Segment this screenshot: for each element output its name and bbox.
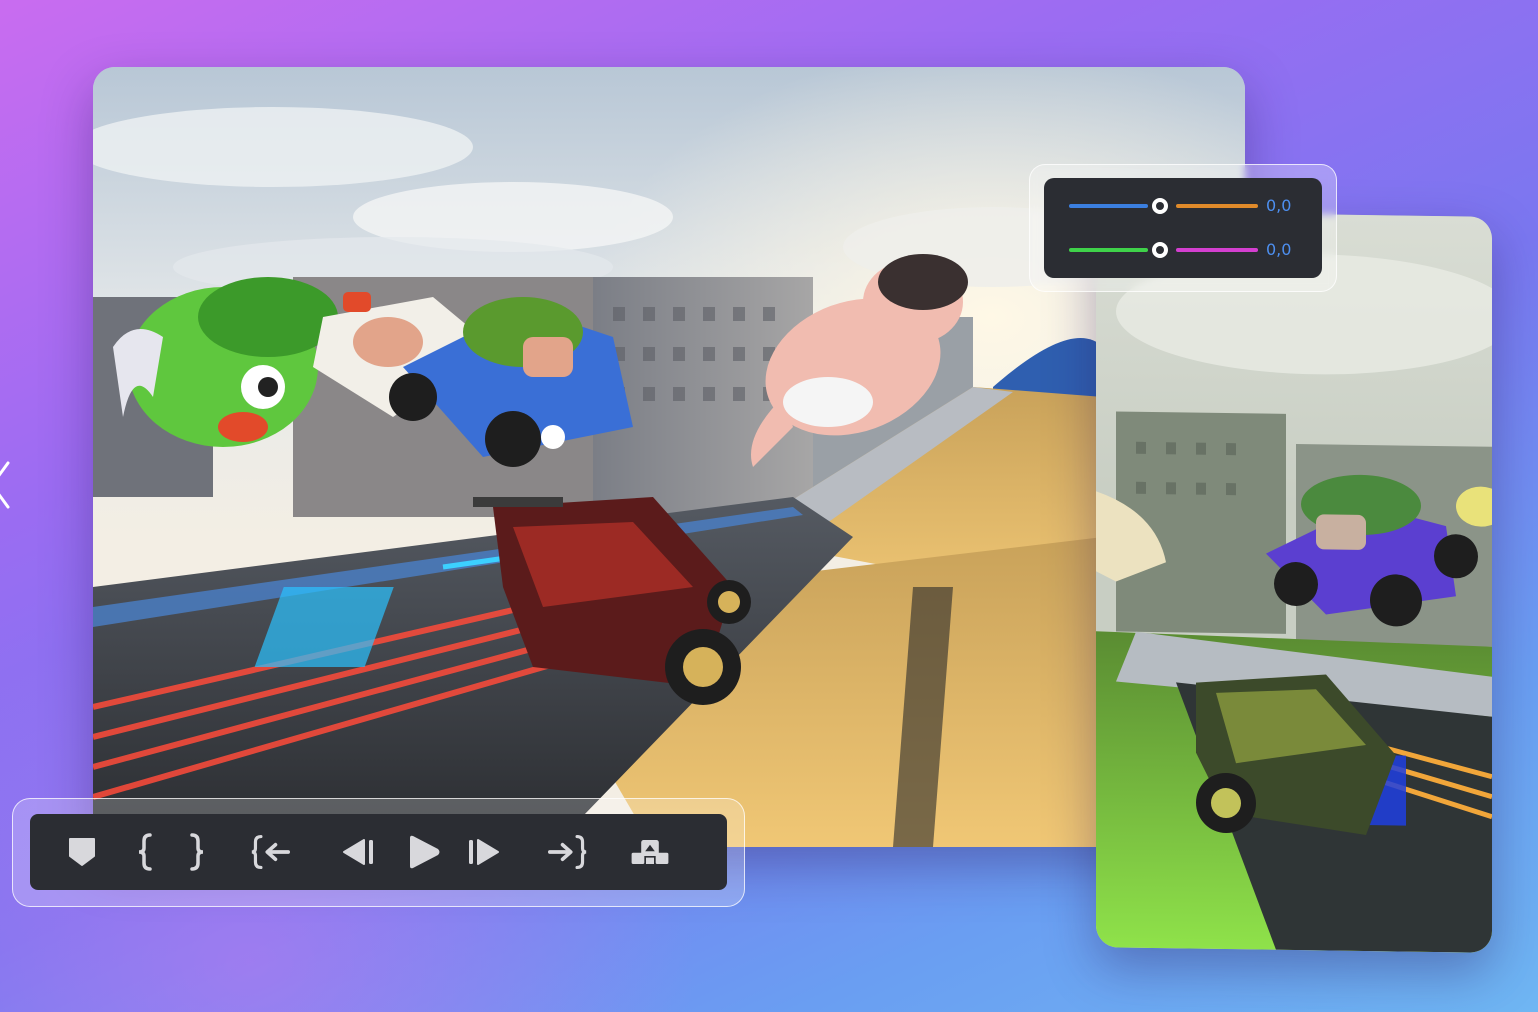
green-magenta-slider-row: 0,0 <box>1044 235 1322 265</box>
graded-scene-image <box>1096 211 1492 953</box>
mark-in-button[interactable] <box>126 832 166 872</box>
insert-clip-icon <box>631 840 669 864</box>
video-preview-graded[interactable] <box>1096 211 1492 953</box>
color-balance-panel: 0,0 0,0 <box>1044 178 1322 278</box>
add-marker-button[interactable] <box>62 832 102 872</box>
mark-out-button[interactable] <box>176 832 216 872</box>
play-button[interactable] <box>404 832 444 872</box>
blue-orange-value[interactable]: 0,0 <box>1266 197 1291 215</box>
go-to-out-icon <box>548 834 587 870</box>
app-stage: 0,0 0,0 <box>0 0 1538 1012</box>
magenta-track[interactable] <box>1176 248 1258 252</box>
step-back-icon <box>343 839 373 865</box>
chevron-left-icon[interactable] <box>0 455 16 515</box>
go-to-in-icon <box>251 834 290 870</box>
go-to-out-button[interactable] <box>548 832 588 872</box>
transport-toolbar <box>30 814 727 890</box>
insert-clip-button[interactable] <box>630 832 670 872</box>
go-to-in-button[interactable] <box>250 832 290 872</box>
marker-icon <box>69 838 95 866</box>
green-magenta-value[interactable]: 0,0 <box>1266 241 1291 259</box>
blue-orange-slider-knob[interactable] <box>1152 198 1168 214</box>
step-back-button[interactable] <box>338 832 378 872</box>
play-icon <box>410 835 440 869</box>
step-forward-button[interactable] <box>464 832 504 872</box>
mark-in-icon <box>138 833 152 871</box>
green-track[interactable] <box>1069 248 1148 252</box>
orange-track[interactable] <box>1176 204 1258 208</box>
blue-orange-slider-row: 0,0 <box>1044 191 1322 221</box>
mark-out-icon <box>190 833 204 871</box>
step-forward-icon <box>469 839 499 865</box>
green-magenta-slider-knob[interactable] <box>1152 242 1168 258</box>
blue-track[interactable] <box>1069 204 1148 208</box>
